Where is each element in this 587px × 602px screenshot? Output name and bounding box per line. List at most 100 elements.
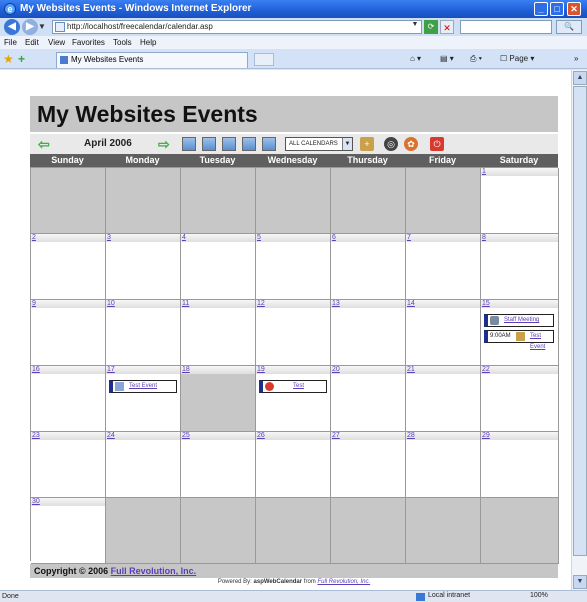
calendar-cell-day-11[interactable]: 11 <box>181 300 256 366</box>
menu-tools[interactable]: Tools <box>113 38 132 47</box>
feeds-icon[interactable]: ▤ ▾ <box>440 54 454 63</box>
calendar-cell-day-18[interactable]: 18 <box>181 366 256 432</box>
day-number-link[interactable]: 23 <box>31 432 105 440</box>
minimize-button[interactable]: _ <box>534 2 548 16</box>
day-number-link[interactable]: 29 <box>481 432 558 440</box>
calendar-cell-day-16[interactable]: 16 <box>31 366 106 432</box>
add-event-icon[interactable]: + <box>360 137 374 151</box>
new-tab-button[interactable] <box>254 53 274 66</box>
day-number-link[interactable]: 25 <box>181 432 255 440</box>
toolbar-overflow-icon[interactable]: » <box>574 54 578 63</box>
calendar-cell-day-20[interactable]: 20 <box>331 366 406 432</box>
day-number-link[interactable]: 18 <box>181 366 255 374</box>
calendar-select[interactable]: ALL CALENDARS ▼ <box>285 137 353 151</box>
maximize-button[interactable]: □ <box>550 2 564 16</box>
event-test-event-monday[interactable]: Test Event <box>109 380 177 393</box>
calendar-cell-day-23[interactable]: 23 <box>31 432 106 498</box>
day-number-link[interactable]: 12 <box>256 300 330 308</box>
day-number-link[interactable]: 20 <box>331 366 405 374</box>
menu-help[interactable]: Help <box>140 38 156 47</box>
forward-button[interactable]: ▶ <box>22 19 38 35</box>
day-number-link[interactable]: 27 <box>331 432 405 440</box>
stop-button[interactable]: ✕ <box>440 20 454 34</box>
calendar-cell-day-5[interactable]: 5 <box>256 234 331 300</box>
calendar-cell-day-9[interactable]: 9 <box>31 300 106 366</box>
event-staff-meeting[interactable]: Staff Meeting <box>484 314 554 327</box>
scroll-up-icon[interactable]: ▲ <box>573 71 587 85</box>
day-number-link[interactable]: 5 <box>256 234 330 242</box>
calendar-cell-day-21[interactable]: 21 <box>406 366 481 432</box>
calendar-cell-day-22[interactable]: 22 <box>481 366 559 432</box>
menu-edit[interactable]: Edit <box>25 38 39 47</box>
powered-company-link[interactable]: Full Revolution, Inc. <box>317 579 370 585</box>
month-view-icon[interactable] <box>222 137 236 151</box>
week-view-icon[interactable] <box>202 137 216 151</box>
calendar-cell-day-2[interactable]: 2 <box>31 234 106 300</box>
event-test-event-saturday[interactable]: 9:00AM Test Event <box>484 330 554 350</box>
print-icon[interactable]: ⎙ ▾ <box>470 54 482 64</box>
day-number-link[interactable]: 16 <box>31 366 105 374</box>
calendar-cell-day-7[interactable]: 7 <box>406 234 481 300</box>
menu-favorites[interactable]: Favorites <box>72 38 105 47</box>
calendar-cell-day-19[interactable]: 19 Test <box>256 366 331 432</box>
search-button[interactable]: 🔍 <box>556 20 582 34</box>
refresh-button[interactable]: ⟳ <box>424 20 438 34</box>
history-dropdown-icon[interactable]: ▼ <box>38 22 46 31</box>
calendar-cell-day-17[interactable]: 17 Test Event <box>106 366 181 432</box>
tab-my-websites-events[interactable]: My Websites Events <box>56 52 248 68</box>
day-number-link[interactable]: 14 <box>406 300 480 308</box>
previous-month-arrow-icon[interactable]: ⇦ <box>38 136 50 153</box>
zoom-level[interactable]: 100% <box>530 592 548 599</box>
day-number-link[interactable]: 26 <box>256 432 330 440</box>
event-test-event-link[interactable]: Test Event <box>530 331 553 353</box>
day-number-link[interactable]: 4 <box>181 234 255 242</box>
close-button[interactable]: ✕ <box>567 2 581 16</box>
scroll-thumb[interactable] <box>573 86 587 556</box>
address-bar[interactable]: http://localhost/freecalendar/calendar.a… <box>52 20 422 34</box>
day-number-link[interactable]: 30 <box>31 498 105 506</box>
day-number-link[interactable]: 22 <box>481 366 558 374</box>
calendar-cell-day-10[interactable]: 10 <box>106 300 181 366</box>
day-number-link[interactable]: 6 <box>331 234 405 242</box>
calendar-cell-day-29[interactable]: 29 <box>481 432 559 498</box>
add-favorite-icon[interactable]: + <box>18 52 25 66</box>
day-number-link[interactable]: 3 <box>106 234 180 242</box>
list-view-icon[interactable] <box>262 137 276 151</box>
day-number-link[interactable]: 17 <box>106 366 180 374</box>
search-icon[interactable]: ◎ <box>384 137 398 151</box>
day-number-link[interactable]: 24 <box>106 432 180 440</box>
day-number-link[interactable]: 9 <box>31 300 105 308</box>
day-number-link[interactable]: 15 <box>481 300 558 308</box>
day-number-link[interactable]: 28 <box>406 432 480 440</box>
day-number-link[interactable]: 8 <box>481 234 558 242</box>
calendar-cell-day-3[interactable]: 3 <box>106 234 181 300</box>
next-month-arrow-icon[interactable]: ⇨ <box>158 136 170 153</box>
calendar-cell-day-8[interactable]: 8 <box>481 234 559 300</box>
calendar-cell-day-14[interactable]: 14 <box>406 300 481 366</box>
day-number-link[interactable]: 1 <box>481 168 558 176</box>
scroll-down-icon[interactable]: ▼ <box>573 575 587 589</box>
favorites-star-icon[interactable]: ★ <box>3 52 14 66</box>
day-number-link[interactable]: 11 <box>181 300 255 308</box>
settings-icon[interactable]: ✿ <box>404 137 418 151</box>
back-button[interactable]: ◀ <box>4 19 20 35</box>
day-number-link[interactable]: 19 <box>256 366 330 374</box>
calendar-cell-day-1[interactable]: 1 <box>481 168 559 234</box>
event-test-link[interactable]: Test <box>293 381 304 392</box>
day-number-link[interactable]: 10 <box>106 300 180 308</box>
calendar-cell-day-30[interactable]: 30 <box>31 498 106 564</box>
logout-icon[interactable]: ⏻ <box>430 137 444 151</box>
menu-view[interactable]: View <box>48 38 65 47</box>
event-test-wednesday[interactable]: Test <box>259 380 327 393</box>
day-number-link[interactable]: 21 <box>406 366 480 374</box>
calendar-cell-day-13[interactable]: 13 <box>331 300 406 366</box>
company-link[interactable]: Full Revolution, Inc. <box>111 566 197 576</box>
calendar-cell-day-26[interactable]: 26 <box>256 432 331 498</box>
home-icon[interactable]: ⌂ ▾ <box>410 54 421 63</box>
search-input[interactable] <box>460 20 552 34</box>
calendar-cell-day-25[interactable]: 25 <box>181 432 256 498</box>
calendar-cell-day-6[interactable]: 6 <box>331 234 406 300</box>
calendar-cell-day-15[interactable]: 15 Staff Meeting 9:00AM Test Event <box>481 300 559 366</box>
event-test-event-link[interactable]: Test Event <box>129 381 157 392</box>
day-number-link[interactable]: 2 <box>31 234 105 242</box>
